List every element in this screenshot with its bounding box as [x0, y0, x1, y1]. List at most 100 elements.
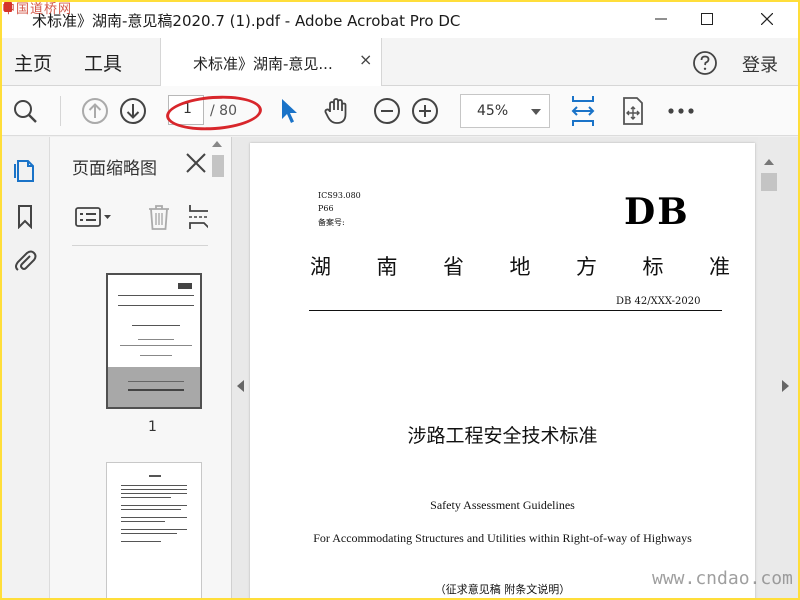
previous-page-button[interactable]	[80, 96, 110, 126]
tab-home[interactable]: 主页	[14, 49, 52, 76]
province-char: 方	[576, 255, 597, 279]
minimize-button[interactable]	[638, 0, 684, 38]
collapse-right-panel-button[interactable]	[778, 372, 792, 400]
panel-title: 页面缩略图	[72, 159, 157, 179]
fit-page-button[interactable]	[568, 96, 598, 126]
thumb-text-line	[128, 381, 184, 382]
maximize-button[interactable]	[684, 0, 730, 38]
thumbnail-options-button[interactable]	[74, 203, 114, 231]
toolbar	[0, 86, 800, 136]
province-char: 湖	[310, 255, 331, 279]
search-button[interactable]	[10, 96, 40, 126]
thumbnail-page-number: 1	[148, 419, 157, 435]
chevron-right-icon	[782, 380, 789, 392]
province-char: 标	[642, 255, 664, 279]
attachment-icon[interactable]	[12, 247, 38, 273]
thumbnail-scrollbar[interactable]	[208, 137, 226, 600]
page-province-heading: 湖 南 省 地 方 标 准	[310, 251, 730, 281]
page-db-heading: DB	[624, 191, 690, 233]
scrollbar-thumb[interactable]	[761, 173, 777, 191]
hand-tool-button[interactable]	[322, 96, 352, 126]
minimize-icon	[655, 18, 667, 20]
scrollbar-thumb[interactable]	[212, 155, 224, 177]
thumb-text-line	[140, 355, 172, 356]
thumb-text-line	[118, 295, 194, 296]
scroll-up-arrow-icon[interactable]	[212, 141, 222, 147]
search-icon	[14, 100, 37, 123]
thumb-text-line	[149, 475, 161, 477]
page-title-english-2: For Accommodating Structures and Utiliti…	[313, 531, 692, 545]
next-page-button[interactable]	[118, 96, 148, 126]
more-tools-button[interactable]	[666, 96, 696, 126]
tab-bar: 主页 工具 术标准》湖南-意见... × 登录	[0, 38, 800, 86]
hand-icon	[324, 98, 347, 124]
page-standard-code: DB 42/XXX-2020	[616, 296, 701, 307]
page-title-chinese: 涉路工程安全技术标准	[407, 425, 598, 447]
thumb-text-block	[178, 283, 192, 289]
page-thumbnail-1[interactable]	[106, 273, 202, 409]
pdf-page[interactable]: ICS93.080 P66 备案号: DB 湖 南 省 地 方 标 准 DB 4…	[250, 143, 755, 600]
zoom-in-button[interactable]	[410, 96, 440, 126]
rotate-view-button[interactable]	[618, 96, 648, 126]
thumb-text-line	[132, 325, 180, 326]
thumb-text-line	[121, 505, 187, 506]
province-char: 地	[509, 255, 531, 279]
page-thumbnail-2[interactable]	[106, 462, 202, 600]
bookmark-icon[interactable]	[12, 203, 38, 229]
login-button[interactable]: 登录	[742, 51, 778, 77]
zoom-out-button[interactable]	[372, 96, 402, 126]
watermark-bottom: www.cndao.com	[652, 568, 793, 589]
zoom-out-icon	[374, 98, 400, 124]
document-tab-close-button[interactable]: ×	[359, 50, 372, 69]
toolbar-separator	[60, 96, 61, 126]
thumb-text-line	[121, 529, 187, 530]
window-title: 术标准》湖南-意见稿2020.7 (1).pdf - Adobe Acrobat…	[32, 12, 461, 30]
more-dots-icon	[668, 108, 694, 114]
close-icon[interactable]	[184, 151, 208, 175]
thumb-text-line	[121, 489, 187, 490]
page-ics-code: ICS93.080	[318, 191, 361, 200]
page-move-icon	[623, 97, 643, 125]
thumb-text-line	[121, 485, 187, 486]
collapse-left-panel-button[interactable]	[234, 372, 248, 400]
thumb-text-line	[121, 541, 161, 542]
province-char: 准	[709, 255, 730, 279]
thumb-text-line	[138, 339, 174, 340]
thumb-text-line	[121, 509, 181, 510]
delete-page-button[interactable]	[146, 203, 172, 231]
chevron-left-icon	[237, 380, 244, 392]
page-title-english-1: Safety Assessment Guidelines	[430, 498, 575, 512]
document-scrollbar[interactable]	[758, 137, 780, 600]
close-window-button[interactable]	[744, 0, 790, 38]
chevron-down-icon	[531, 109, 541, 115]
page-divider-line	[309, 310, 722, 311]
zoom-dropdown[interactable]: 45%	[460, 94, 550, 128]
scroll-up-arrow-icon[interactable]	[764, 159, 774, 165]
thumb-text-line	[121, 517, 187, 518]
arrow-up-circle-icon	[82, 98, 108, 124]
fit-width-icon	[571, 96, 595, 126]
document-tab-label: 术标准》湖南-意见...	[193, 55, 333, 73]
page-thumbnails-icon[interactable]	[12, 157, 38, 183]
thumb-text-line	[121, 521, 165, 522]
maximize-icon	[701, 13, 713, 25]
panel-divider	[72, 245, 218, 246]
navigation-rail	[0, 137, 50, 600]
zoom-value: 45%	[477, 103, 509, 119]
tab-tools[interactable]: 工具	[84, 49, 122, 76]
thumbnail-footer	[108, 367, 200, 407]
options-menu-icon	[75, 207, 111, 227]
page-class-code: P66	[318, 204, 334, 213]
title-bar: 中国道桥网 术标准》湖南-意见稿2020.7 (1).pdf - Adobe A…	[0, 0, 800, 38]
thumb-text-line	[121, 493, 187, 494]
thumbnails-panel: 页面缩略图 1	[50, 137, 232, 600]
tab-document[interactable]: 术标准》湖南-意见... ×	[160, 38, 382, 86]
help-icon[interactable]	[692, 50, 718, 76]
thumb-text-line	[121, 533, 177, 534]
province-char: 南	[376, 255, 398, 279]
thumb-text-line	[128, 389, 184, 391]
select-tool-button[interactable]	[274, 96, 304, 126]
thumb-text-line	[120, 345, 192, 346]
thumb-text-line	[121, 497, 171, 498]
zoom-in-icon	[412, 98, 438, 124]
